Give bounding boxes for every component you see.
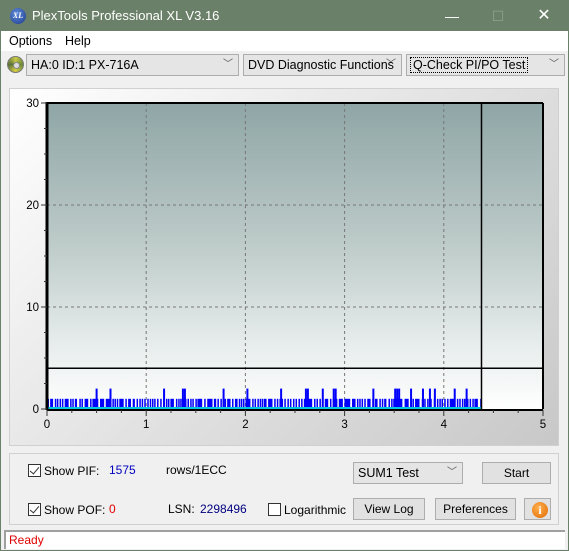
- chevron-down-icon: ﹀: [386, 59, 396, 70]
- test-select-value: Q-Check PI/PO Test: [410, 57, 529, 73]
- disc-drive-icon: [7, 56, 24, 73]
- function-select-value: DVD Diagnostic Functions: [248, 58, 394, 72]
- close-button[interactable]: ✕: [521, 1, 567, 31]
- preferences-button[interactable]: Preferences: [435, 498, 516, 520]
- menu-help[interactable]: Help: [65, 34, 91, 48]
- show-pof-label[interactable]: Show POF:: [44, 503, 105, 517]
- function-select[interactable]: DVD Diagnostic Functions ﹀: [243, 54, 402, 76]
- menu-bar: Options Help: [1, 31, 568, 51]
- chart-panel: [9, 88, 559, 446]
- pif-value: 1575: [109, 463, 136, 477]
- test-mode-select[interactable]: SUM1 Test ﹀: [353, 462, 463, 484]
- maximize-button[interactable]: ☐: [475, 1, 521, 31]
- chevron-down-icon: ﹀: [447, 467, 457, 478]
- window-title: PlexTools Professional XL V3.16: [32, 8, 220, 23]
- show-pif-label[interactable]: Show PIF:: [44, 464, 99, 478]
- view-log-button[interactable]: View Log: [353, 498, 425, 520]
- show-pof-checkbox[interactable]: [28, 503, 41, 516]
- pif-unit-label: rows/1ECC: [166, 463, 227, 477]
- drive-select-value: HA:0 ID:1 PX-716A: [31, 58, 139, 72]
- start-button[interactable]: Start: [482, 462, 551, 484]
- app-window: XL PlexTools Professional XL V3.16 — ☐ ✕…: [0, 0, 569, 551]
- chevron-down-icon: ﹀: [223, 59, 233, 70]
- test-mode-value: SUM1 Test: [358, 466, 419, 480]
- chevron-down-icon: ﹀: [549, 59, 559, 70]
- drive-select[interactable]: HA:0 ID:1 PX-716A ﹀: [26, 54, 239, 76]
- logarithmic-label[interactable]: Logarithmic: [284, 503, 346, 517]
- controls-panel: Show PIF: 1575 rows/1ECC Show POF: 0 LSN…: [9, 453, 559, 525]
- test-select[interactable]: Q-Check PI/PO Test ﹀: [406, 54, 565, 76]
- pof-value: 0: [109, 502, 116, 516]
- status-text: Ready: [9, 533, 44, 547]
- show-pif-checkbox[interactable]: [28, 464, 41, 477]
- logarithmic-checkbox[interactable]: [268, 503, 281, 516]
- info-icon: i: [532, 502, 548, 518]
- lsn-label: LSN:: [168, 502, 195, 516]
- lsn-value: 2298496: [200, 502, 247, 516]
- minimize-button[interactable]: —: [429, 1, 475, 31]
- status-bar: Ready: [4, 530, 565, 549]
- info-button[interactable]: i: [524, 498, 551, 520]
- title-bar[interactable]: XL PlexTools Professional XL V3.16 — ☐ ✕: [1, 1, 568, 31]
- menu-options[interactable]: Options: [9, 34, 52, 48]
- plextools-logo-icon: XL: [10, 8, 26, 24]
